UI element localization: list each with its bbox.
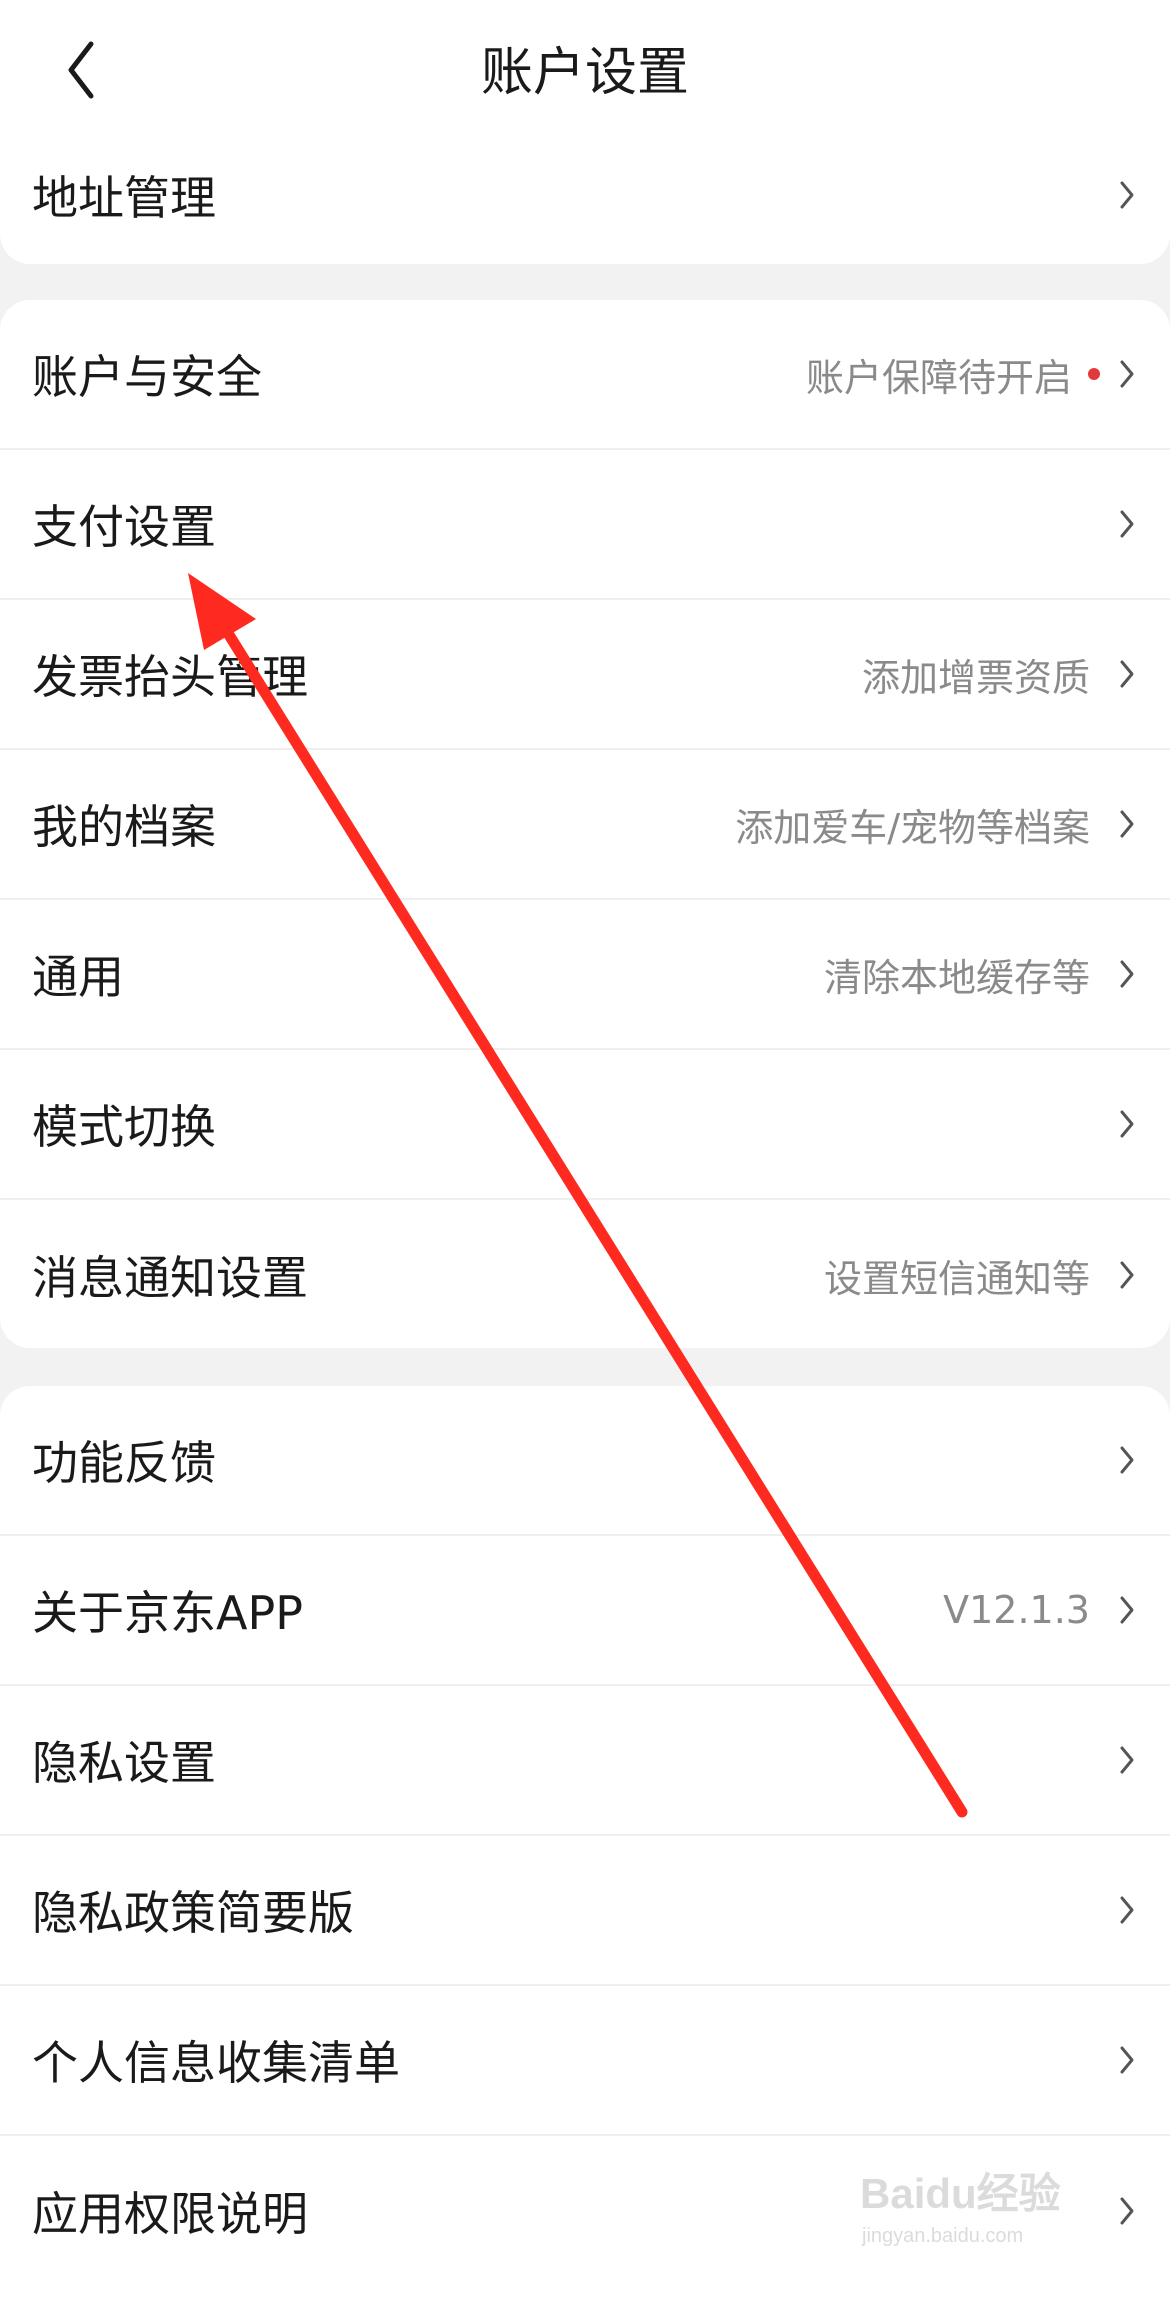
settings-item-label: 通用 <box>32 950 124 1004</box>
chevron-right-icon <box>1116 177 1138 213</box>
settings-item-label: 隐私设置 <box>32 1736 216 1790</box>
chevron-right-icon <box>1116 2042 1138 2078</box>
settings-item-about-app[interactable]: 关于京东APP V12.1.3 <box>0 1536 1170 1686</box>
settings-item-label: 地址管理 <box>32 171 216 225</box>
settings-item-label: 隐私政策简要版 <box>32 1886 354 1940</box>
settings-item-privacy[interactable]: 隐私设置 <box>0 1686 1170 1836</box>
settings-item-label: 发票抬头管理 <box>32 650 308 704</box>
settings-item-general[interactable]: 通用 清除本地缓存等 <box>0 900 1170 1050</box>
settings-item-personal-info-list[interactable]: 个人信息收集清单 <box>0 1986 1170 2136</box>
chevron-right-icon <box>1116 806 1138 842</box>
chevron-right-icon <box>1116 656 1138 692</box>
chevron-right-icon <box>1116 1106 1138 1142</box>
settings-item-label: 个人信息收集清单 <box>32 2036 400 2090</box>
settings-item-feedback[interactable]: 功能反馈 <box>0 1386 1170 1536</box>
account-settings-card: 账户与安全 账户保障待开启 支付设置 发票抬头管理 添加增票资质 我的档案 添加… <box>0 300 1170 1348</box>
baidu-jingyan-watermark: Baidu经验 jingyan.baidu.com <box>860 2160 1100 2250</box>
settings-item-mode-switch[interactable]: 模式切换 <box>0 1050 1170 1200</box>
settings-item-label: 支付设置 <box>32 500 216 554</box>
settings-item-privacy-policy-brief[interactable]: 隐私政策简要版 <box>0 1836 1170 1986</box>
chevron-right-icon <box>1116 2193 1138 2229</box>
settings-item-label: 模式切换 <box>32 1100 216 1154</box>
settings-item-label: 账户与安全 <box>32 350 262 404</box>
page-title: 账户设置 <box>480 43 689 103</box>
settings-item-account-security[interactable]: 账户与安全 账户保障待开启 <box>0 300 1170 450</box>
chevron-right-icon <box>1116 1442 1138 1478</box>
settings-item-hint: 添加爱车/宠物等档案 <box>735 805 1090 850</box>
settings-item-hint: 清除本地缓存等 <box>823 955 1090 1000</box>
settings-item-hint: 设置短信通知等 <box>823 1256 1090 1301</box>
settings-item-invoice-title[interactable]: 发票抬头管理 添加增票资质 <box>0 600 1170 750</box>
chevron-right-icon <box>1116 1257 1138 1293</box>
settings-item-hint: 账户保障待开启 <box>805 355 1072 400</box>
chevron-right-icon <box>1116 506 1138 542</box>
chevron-right-icon <box>1116 1742 1138 1778</box>
svg-text:Baidu经验: Baidu经验 <box>860 2170 1061 2217</box>
notification-dot <box>1088 368 1100 380</box>
settings-item-label: 关于京东APP <box>32 1586 303 1640</box>
settings-item-label: 我的档案 <box>32 800 216 854</box>
settings-item-label: 消息通知设置 <box>32 1251 308 1305</box>
settings-item-address[interactable]: 地址管理 <box>0 140 1170 250</box>
svg-text:jingyan.baidu.com: jingyan.baidu.com <box>861 2225 1023 2247</box>
settings-item-my-profile[interactable]: 我的档案 添加爱车/宠物等档案 <box>0 750 1170 900</box>
chevron-right-icon <box>1116 1892 1138 1928</box>
chevron-right-icon <box>1116 356 1138 392</box>
settings-item-hint: 添加增票资质 <box>861 655 1090 700</box>
chevron-right-icon <box>1116 1592 1138 1628</box>
top-bar: 账户设置 <box>0 0 1170 140</box>
settings-item-label: 功能反馈 <box>32 1436 216 1490</box>
chevron-right-icon <box>1116 956 1138 992</box>
settings-item-payment[interactable]: 支付设置 <box>0 450 1170 600</box>
settings-item-notifications[interactable]: 消息通知设置 设置短信通知等 <box>0 1200 1170 1348</box>
app-version: V12.1.3 <box>943 1588 1090 1632</box>
